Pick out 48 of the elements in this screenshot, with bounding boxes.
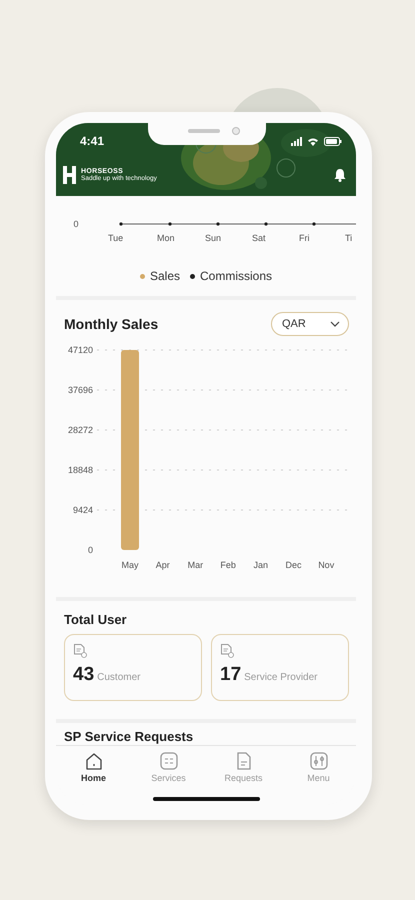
category-label: Feb: [220, 560, 236, 570]
axis-label: Mon: [157, 233, 175, 243]
signal-icon: [291, 136, 302, 146]
category-label: Apr: [156, 560, 170, 570]
document-icon: [234, 752, 252, 770]
tab[interactable]: Menu: [281, 746, 356, 805]
axis-label: Sun: [205, 233, 222, 243]
axis-label: 0: [74, 219, 78, 229]
axis-label: Fri: [299, 233, 310, 243]
status-time: 4:41: [80, 134, 104, 148]
currency-dropdown[interactable]: QAR: [271, 312, 349, 336]
category-label: Mar: [188, 560, 204, 570]
home-icon: [84, 752, 102, 770]
tab[interactable]: Home: [56, 746, 131, 805]
legend-label: Commissions: [200, 269, 272, 283]
card-title: Total User: [64, 612, 127, 627]
document-icon: [220, 644, 234, 658]
list-icon: [160, 752, 178, 770]
speaker-grille: [188, 129, 220, 133]
category-label: Dec: [286, 560, 302, 570]
tab[interactable]: Requests: [206, 746, 281, 805]
tick-label: 9424: [72, 505, 93, 515]
stat-label: Service Provider: [244, 672, 318, 683]
sliders-icon: [310, 752, 328, 770]
category-label: Jan: [254, 560, 268, 570]
category-label: Nov: [318, 560, 334, 570]
tick-label: 0: [88, 545, 93, 555]
tick-label: 37696: [68, 385, 93, 395]
card-title: Monthly Sales: [64, 316, 158, 332]
tick-label: 47120: [68, 345, 93, 355]
tick-label: 18848: [68, 465, 93, 475]
bell-icon[interactable]: [334, 168, 346, 182]
category-label: May: [122, 560, 138, 570]
stat-count: 43: [73, 664, 94, 686]
logo-icon: [62, 164, 77, 186]
axis-label: Sat: [252, 233, 266, 243]
chevron-down-icon: [330, 321, 340, 327]
document-icon: [73, 644, 87, 658]
axis-label: Ti: [345, 233, 352, 243]
stat-label: Customer: [97, 672, 140, 683]
card-title: SP Service Requests: [64, 729, 194, 744]
stat-count: 17: [220, 664, 242, 686]
battery-icon: [324, 136, 342, 146]
legend-label: Sales: [150, 269, 180, 283]
axis-label: Tue: [108, 233, 124, 243]
tick-label: 28272: [68, 425, 93, 435]
wifi-icon: [307, 136, 319, 146]
tab[interactable]: Services: [131, 746, 206, 805]
